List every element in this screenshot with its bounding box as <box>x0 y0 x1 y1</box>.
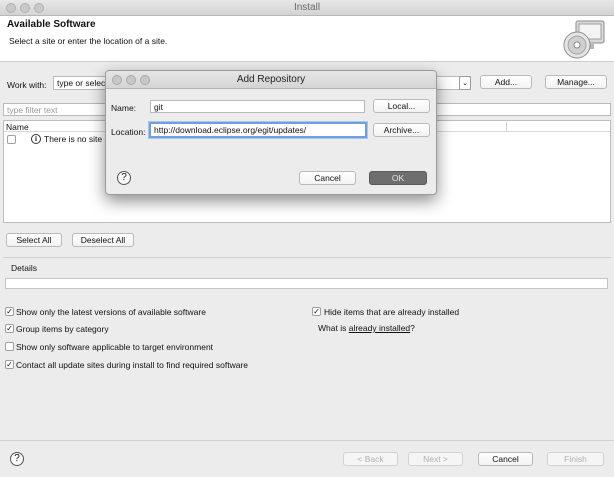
local-button[interactable]: Local... <box>373 99 430 113</box>
info-icon: i <box>31 134 41 144</box>
page-title: Available Software <box>7 19 96 30</box>
column-divider <box>506 122 507 131</box>
add-site-button[interactable]: Add... <box>480 75 532 89</box>
name-field[interactable]: git <box>150 100 365 113</box>
question-mark-text: ? <box>410 323 415 333</box>
archive-button[interactable]: Archive... <box>373 123 430 137</box>
add-repository-dialog: Add Repository Name: git Local... Locati… <box>105 70 437 195</box>
location-label: Location: <box>111 127 146 137</box>
dialog-title: Add Repository <box>236 74 306 85</box>
work-with-label: Work with: <box>7 80 47 90</box>
chevron-down-icon[interactable]: ⌄ <box>459 76 471 90</box>
page-subtitle: Select a site or enter the location of a… <box>9 36 168 46</box>
what-is-text: What is <box>318 323 347 333</box>
location-field[interactable]: http://download.eclipse.org/egit/updates… <box>149 122 367 138</box>
dialog-titlebar: Add Repository <box>106 71 436 89</box>
window-titlebar: Install <box>0 0 614 16</box>
details-label: Details <box>11 263 37 273</box>
next-button[interactable]: Next > <box>408 452 463 466</box>
contact-sites-label: Contact all update sites during install … <box>16 360 248 370</box>
install-cd-icon <box>563 20 605 59</box>
help-icon[interactable]: ? <box>10 452 24 466</box>
back-button[interactable]: < Back <box>343 452 398 466</box>
tree-item-checkbox[interactable] <box>7 135 16 144</box>
manage-sites-button[interactable]: Manage... <box>545 75 607 89</box>
details-text-area <box>5 278 608 289</box>
already-installed-link[interactable]: already installed <box>349 323 410 333</box>
window-title: Install <box>293 2 321 13</box>
target-env-checkbox[interactable] <box>5 342 14 351</box>
latest-versions-checkbox[interactable]: ✓ <box>5 307 14 316</box>
what-is-installed-row: What is already installed? <box>318 323 415 333</box>
header-banner: Available Software Select a site or ente… <box>0 16 614 62</box>
group-by-category-checkbox[interactable]: ✓ <box>5 324 14 333</box>
footer-divider <box>0 440 614 441</box>
select-all-button[interactable]: Select All <box>6 233 62 247</box>
dialog-cancel-button[interactable]: Cancel <box>299 171 356 185</box>
cancel-button[interactable]: Cancel <box>478 452 533 466</box>
group-by-category-label: Group items by category <box>16 324 109 334</box>
deselect-all-button[interactable]: Deselect All <box>72 233 134 247</box>
finish-button[interactable]: Finish <box>547 452 604 466</box>
contact-sites-checkbox[interactable]: ✓ <box>5 360 14 369</box>
latest-versions-label: Show only the latest versions of availab… <box>16 307 206 317</box>
dialog-help-icon[interactable]: ? <box>117 171 131 185</box>
name-column-header[interactable]: Name <box>6 122 29 132</box>
dialog-ok-button[interactable]: OK <box>369 171 427 185</box>
name-label: Name: <box>111 103 137 113</box>
target-env-label: Show only software applicable to target … <box>16 342 214 352</box>
hide-installed-checkbox[interactable]: ✓ <box>312 307 321 316</box>
hide-installed-label: Hide items that are already installed <box>324 307 460 317</box>
